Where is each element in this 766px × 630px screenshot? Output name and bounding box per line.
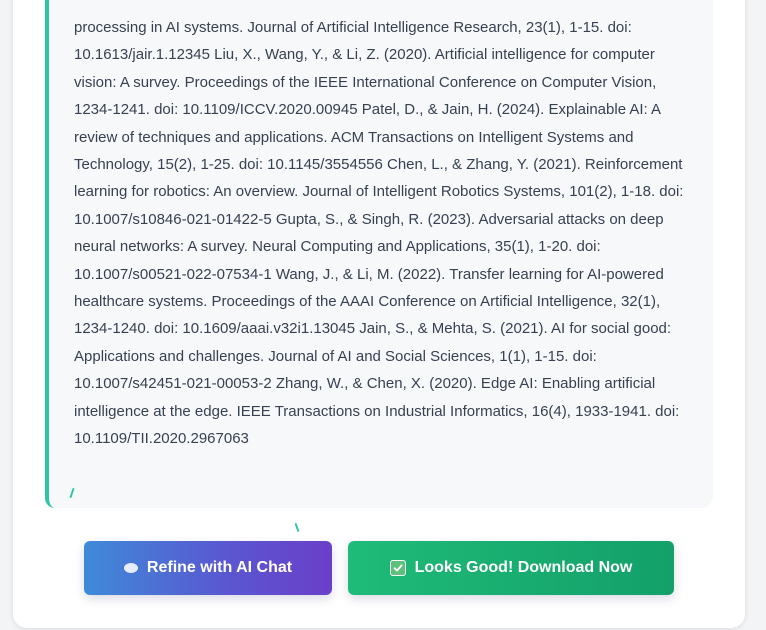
download-button-label: Looks Good! Download Now xyxy=(414,559,633,576)
refine-button-label: Refine with AI Chat xyxy=(146,559,293,576)
chat-bubble-icon xyxy=(123,563,138,573)
references-text: processing in AI systems. Journal of Art… xyxy=(74,19,684,448)
page: processing in AI systems. Journal of Art… xyxy=(0,0,766,630)
download-now-button[interactable]: Looks Good! Download Now xyxy=(348,541,674,595)
refine-with-ai-chat-button[interactable]: Refine with AI Chat xyxy=(84,541,332,595)
checkbox-icon xyxy=(389,560,406,576)
